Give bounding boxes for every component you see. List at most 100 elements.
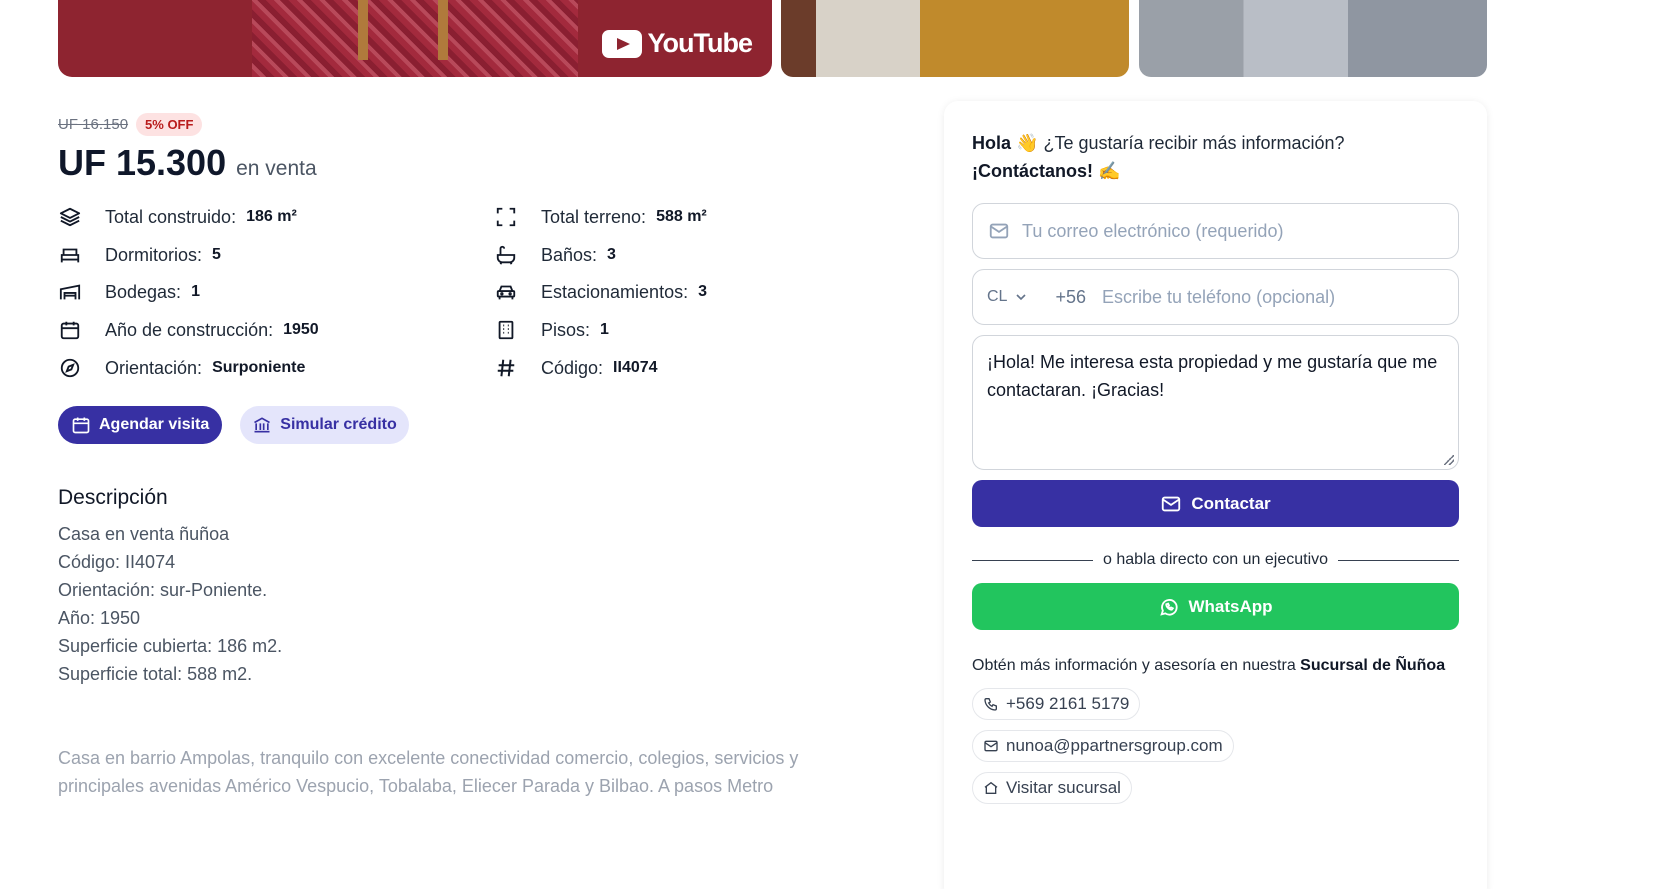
description-line: Casa en venta ñuñoa [58, 524, 230, 544]
phone-input[interactable]: Escribe tu teléfono (opcional) [1102, 287, 1335, 308]
description-lines: Casa en venta ñuñoa Código: II4074 Orien… [58, 520, 888, 688]
email-field[interactable]: Tu correo electrónico (requerido) [972, 203, 1459, 259]
cta-bold: ¡Contáctanos! [972, 161, 1093, 181]
gallery-video-thumbnail[interactable]: YouTube [58, 0, 772, 77]
discount-badge: 5% OFF [136, 112, 203, 136]
country-select[interactable]: CL [987, 288, 1029, 306]
description-title: Descripción [58, 486, 168, 509]
property-details: UF 16.150 5% OFF UF 15.300 en venta Tota… [58, 110, 888, 800]
writing-hand-icon: ✍️ [1098, 161, 1121, 181]
price-row: UF 15.300 en venta [58, 142, 888, 184]
feature-orientacion: Orientación: Surponiente [58, 353, 305, 383]
visit-branch-label: Visitar sucursal [1006, 778, 1121, 797]
price: UF 15.300 [58, 142, 227, 183]
feature-pisos: Pisos: 1 [494, 315, 609, 345]
expand-icon [494, 205, 518, 229]
feature-label: Total terreno: [541, 206, 647, 227]
feature-label: Año de construcción: [105, 319, 274, 340]
home-icon [984, 781, 998, 794]
description-line: Año: 1950 [58, 608, 141, 628]
feature-label: Dormitorios: [105, 244, 203, 265]
feature-value: 5 [212, 246, 221, 263]
branch-contact-chips: +569 2161 5179 nunoa@ppartnersgroup.com … [972, 678, 1459, 804]
calendar-icon [58, 318, 82, 342]
phone-chip[interactable]: +569 2161 5179 [972, 688, 1141, 720]
feature-value: 3 [698, 283, 707, 300]
feature-value: 1 [191, 283, 200, 300]
feature-total-terreno: Total terreno: 588 m² [494, 202, 707, 232]
feature-label: Total construido: [105, 206, 237, 227]
youtube-play-icon [601, 29, 642, 58]
mail-icon [989, 223, 1009, 239]
youtube-logo[interactable]: YouTube [601, 28, 753, 59]
chevron-down-icon [1016, 294, 1027, 301]
feature-value: 588 m² [656, 208, 707, 225]
description-line: Superficie cubierta: 186 m2. [58, 636, 283, 656]
branch-info: Obtén más información y asesoría en nues… [972, 654, 1459, 678]
feature-codigo: Código: II4074 [494, 353, 658, 383]
feature-label: Código: [541, 357, 604, 378]
phone-prefix: +56 [1055, 286, 1086, 307]
feature-value: 1 [600, 321, 609, 338]
calendar-icon [72, 417, 90, 434]
mail-icon [1162, 496, 1181, 511]
divider-line [972, 559, 1093, 561]
bath-icon [494, 243, 518, 267]
feature-value: 1950 [283, 321, 319, 338]
message-textarea[interactable]: ¡Hola! Me interesa esta propiedad y me g… [972, 335, 1459, 470]
branch-name: Sucursal de Ñuñoa [1300, 657, 1446, 674]
country-code: CL [987, 288, 1008, 305]
greeting-text: ¿Te gustaría recibir más información? [1038, 133, 1345, 153]
wave-icon: 👋 [1016, 133, 1039, 153]
mail-icon [984, 740, 998, 752]
feature-label: Pisos: [541, 319, 591, 340]
feature-label: Baños: [541, 244, 598, 265]
features-grid: Total construido: 186 m² Dormitorios: 5 … [58, 202, 888, 392]
bank-icon [254, 417, 271, 433]
contact-button-label: Contactar [1191, 493, 1271, 513]
executive-divider: o habla directo con un ejecutivo [972, 551, 1460, 569]
feature-value: Surponiente [212, 359, 306, 376]
feature-value: II4074 [613, 359, 658, 376]
phone-field: CL +56 Escribe tu teléfono (opcional) [972, 269, 1459, 325]
car-icon [494, 280, 518, 304]
contact-card: Hola 👋 ¿Te gustaría recibir más informac… [944, 101, 1487, 889]
property-actions: Agendar visita Simular crédito [58, 406, 888, 444]
schedule-visit-button[interactable]: Agendar visita [58, 406, 223, 444]
feature-total-construido: Total construido: 186 m² [58, 202, 297, 232]
bed-icon [58, 243, 82, 267]
phone-chip-label: +569 2161 5179 [1006, 694, 1130, 713]
sale-status: en venta [236, 157, 317, 180]
old-price: UF 16.150 [58, 115, 129, 133]
feature-dormitorios: Dormitorios: 5 [58, 240, 221, 270]
feature-label: Estacionamientos: [541, 281, 689, 302]
phone-icon [984, 698, 997, 711]
contact-button[interactable]: Contactar [972, 480, 1459, 527]
description-line: Orientación: sur-Poniente. [58, 580, 268, 600]
resize-handle-icon[interactable] [1444, 455, 1454, 465]
layers-icon [58, 205, 82, 229]
whatsapp-label: WhatsApp [1188, 596, 1273, 616]
feature-value: 186 m² [246, 208, 297, 225]
simulate-credit-button[interactable]: Simular crédito [240, 406, 409, 444]
building-icon [494, 318, 518, 342]
contact-greeting: Hola 👋 ¿Te gustaría recibir más informac… [972, 129, 1459, 185]
whatsapp-button[interactable]: WhatsApp [972, 583, 1459, 630]
feature-banos: Baños: 3 [494, 240, 616, 270]
feature-label: Bodegas: [105, 281, 182, 302]
simulate-credit-label: Simular crédito [280, 416, 397, 433]
gallery-photo-lounge[interactable] [1139, 0, 1487, 77]
old-price-row: UF 16.150 5% OFF [58, 110, 888, 138]
email-placeholder: Tu correo electrónico (requerido) [1022, 220, 1284, 241]
branch-info-text: Obtén más información y asesoría en nues… [972, 657, 1301, 674]
gallery-photo-living-room[interactable] [781, 0, 1129, 77]
email-chip[interactable]: nunoa@ppartnersgroup.com [972, 730, 1234, 762]
youtube-wordmark: YouTube [647, 28, 753, 58]
message-text: ¡Hola! Me interesa esta propiedad y me g… [987, 352, 1438, 400]
whatsapp-icon [1160, 598, 1179, 616]
compass-icon [58, 356, 82, 380]
feature-value: 3 [607, 246, 616, 263]
feature-estacionamientos: Estacionamientos: 3 [494, 277, 707, 307]
visit-branch-chip[interactable]: Visitar sucursal [972, 772, 1132, 804]
feature-ano-construccion: Año de construcción: 1950 [58, 315, 319, 345]
